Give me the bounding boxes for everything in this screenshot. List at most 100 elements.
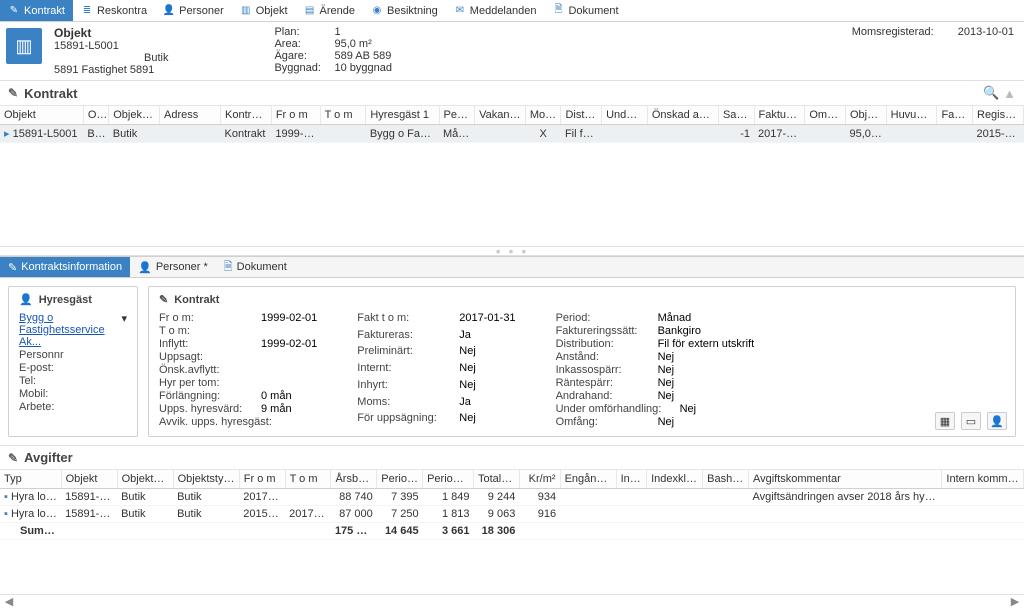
collapse-icon[interactable]: ▲: [1003, 86, 1016, 101]
tab-dokument[interactable]: 🗎Dokument: [544, 0, 626, 21]
tab-label: Reskontra: [97, 5, 147, 17]
cell: X: [525, 125, 561, 143]
col-ogrupp[interactable]: Objektstypsgrupp: [173, 470, 239, 489]
col-totalt[interactable]: Totalt peri...: [474, 470, 520, 489]
col-arsbel[interactable]: Årsbelopp: [331, 470, 377, 489]
col-engang[interactable]: Engångsbelo...: [560, 470, 616, 489]
lbl: Preliminärt:: [357, 345, 455, 361]
plan-label: Plan:: [274, 26, 334, 38]
chevron-down-icon[interactable]: ▾: [121, 312, 127, 348]
table-row[interactable]: ▸ 15891-L5001 Butik Butik Kontrakt 1999-…: [0, 125, 1024, 143]
lbl: Fr o m:: [159, 312, 257, 324]
fees-icon: ✎: [8, 451, 18, 465]
col-adress[interactable]: Adress: [160, 106, 221, 125]
tab-label: Besiktning: [387, 5, 438, 17]
col-fakt[interactable]: Fakturerat t ...: [754, 106, 805, 125]
vat-value: 2013-10-01: [958, 26, 1014, 76]
table-row[interactable]: ▪ Hyra lokal15891-L5001ButikButik2017-09…: [0, 489, 1024, 506]
col-huvud[interactable]: Huvudkontr...: [886, 106, 937, 125]
col-faktu[interactable]: Faktu...: [937, 106, 973, 125]
subtab-kontraktsinfo[interactable]: ✎Kontraktsinformation: [0, 257, 130, 277]
tab-personer[interactable]: 👤Personer: [155, 0, 232, 21]
contract-card: ✎Kontrakt Fr o m:1999-02-01 T o m: Infly…: [148, 286, 1016, 437]
col-objekts[interactable]: Objekts...: [845, 106, 886, 125]
col-onskad[interactable]: Önskad avflytt...: [647, 106, 718, 125]
val: 2017-01-31: [459, 312, 515, 328]
cell: [805, 125, 846, 143]
col-bashyra[interactable]: Bashyra: [703, 470, 749, 489]
val: Nej: [658, 377, 675, 389]
val: 9 mån: [261, 403, 292, 415]
col-typ[interactable]: Typ: [0, 470, 61, 489]
col-intern[interactable]: Intern kommentar: [942, 470, 1024, 489]
scroll-left-icon[interactable]: ◀: [2, 595, 16, 608]
col-saldo[interactable]: Saldo: [718, 106, 754, 125]
subtab-personer[interactable]: 👤Personer *: [130, 257, 216, 277]
card-button[interactable]: ▭: [961, 412, 981, 430]
col-objekt[interactable]: Objekt: [0, 106, 83, 125]
col-hg1[interactable]: Hyresgäst 1: [366, 106, 439, 125]
col-reg[interactable]: Registrer...: [973, 106, 1024, 125]
lbl: Uppsagt:: [159, 351, 257, 363]
col-krm2[interactable]: Kr/m²: [519, 470, 560, 489]
col-objekt[interactable]: Objekt: [61, 470, 117, 489]
form-button[interactable]: ▦: [935, 412, 955, 430]
list-icon: ≣: [81, 5, 93, 17]
tab-kontrakt[interactable]: ✎Kontrakt: [0, 0, 73, 21]
col-omfang[interactable]: Omfång: [805, 106, 846, 125]
lbl: Distribution:: [556, 338, 654, 350]
col-moms[interactable]: Moms: [525, 106, 561, 125]
lbl: Faktureringssätt:: [556, 325, 654, 337]
col-tom[interactable]: T o m: [285, 470, 331, 489]
tab-arende[interactable]: ▤Ärende: [296, 0, 363, 21]
lbl: Inkassospärr:: [556, 364, 654, 376]
col-period[interactable]: Period: [439, 106, 475, 125]
tab-besiktning[interactable]: ◉Besiktning: [363, 0, 446, 21]
splitter-handle[interactable]: • • •: [0, 246, 1024, 256]
ticket-icon: ▤: [304, 5, 316, 17]
col-otype[interactable]: Objektstyps...: [109, 106, 160, 125]
tab-reskontra[interactable]: ≣ Reskontra: [73, 0, 155, 21]
col-periodmoms[interactable]: Periodmoms: [423, 470, 474, 489]
search-icon[interactable]: 🔍: [983, 85, 999, 101]
mail-icon: ✉: [454, 5, 466, 17]
cell: -1: [718, 125, 754, 143]
col-periodbel[interactable]: Periodbel...: [377, 470, 423, 489]
tenant-name-link[interactable]: Bygg o Fastighetsservice Ak...: [19, 312, 117, 348]
card-title: Hyresgäst: [39, 294, 92, 306]
section-avgifter-header: ✎ Avgifter: [0, 446, 1024, 470]
col-indexkl[interactable]: Indexklausul: [647, 470, 703, 489]
val: Nej: [658, 351, 675, 363]
table-row[interactable]: ▪ Hyra lokal15891-L5001ButikButik2015-02…: [0, 506, 1024, 523]
tab-objekt[interactable]: ▥Objekt: [232, 0, 296, 21]
col-under[interactable]: Under omf...: [602, 106, 648, 125]
col-dist[interactable]: Distribution: [561, 106, 602, 125]
col-otype[interactable]: Objektstyp: [117, 470, 173, 489]
cell: Kontrakt: [221, 125, 272, 143]
sub-tabs: ✎Kontraktsinformation 👤Personer * 🗎Dokum…: [0, 256, 1024, 278]
object-large-icon: ▥: [6, 28, 42, 64]
cell: [320, 125, 366, 143]
val: Ja: [459, 329, 471, 345]
col-index[interactable]: Index: [616, 470, 647, 489]
col-avgkom[interactable]: Avgiftskommentar: [748, 470, 941, 489]
col-tom[interactable]: T o m: [320, 106, 366, 125]
owner-label: Ägare:: [274, 50, 334, 62]
scroll-right-icon[interactable]: ▶: [1008, 595, 1022, 608]
tab-meddelanden[interactable]: ✉Meddelanden: [446, 0, 545, 21]
col-vakans[interactable]: Vakanstyp: [475, 106, 526, 125]
person-icon: 👤: [138, 261, 152, 274]
col-from[interactable]: Fr o m: [239, 470, 285, 489]
cell: Fil för exte...: [561, 125, 602, 143]
col-from[interactable]: Fr o m: [271, 106, 320, 125]
subtab-dokument[interactable]: 🗎Dokument: [216, 257, 295, 277]
col-obj2[interactable]: Obj...: [83, 106, 108, 125]
horizontal-scrollbar[interactable]: ◀ ▶: [0, 594, 1024, 608]
col-ktyp[interactable]: Kontraktstyp: [221, 106, 272, 125]
lbl: Önsk.avflytt:: [159, 364, 257, 376]
val: Nej: [459, 379, 476, 395]
object-type: Butik: [144, 52, 168, 64]
subtab-label: Dokument: [237, 261, 287, 273]
lbl: Anstånd:: [556, 351, 654, 363]
person-button[interactable]: 👤: [987, 412, 1007, 430]
